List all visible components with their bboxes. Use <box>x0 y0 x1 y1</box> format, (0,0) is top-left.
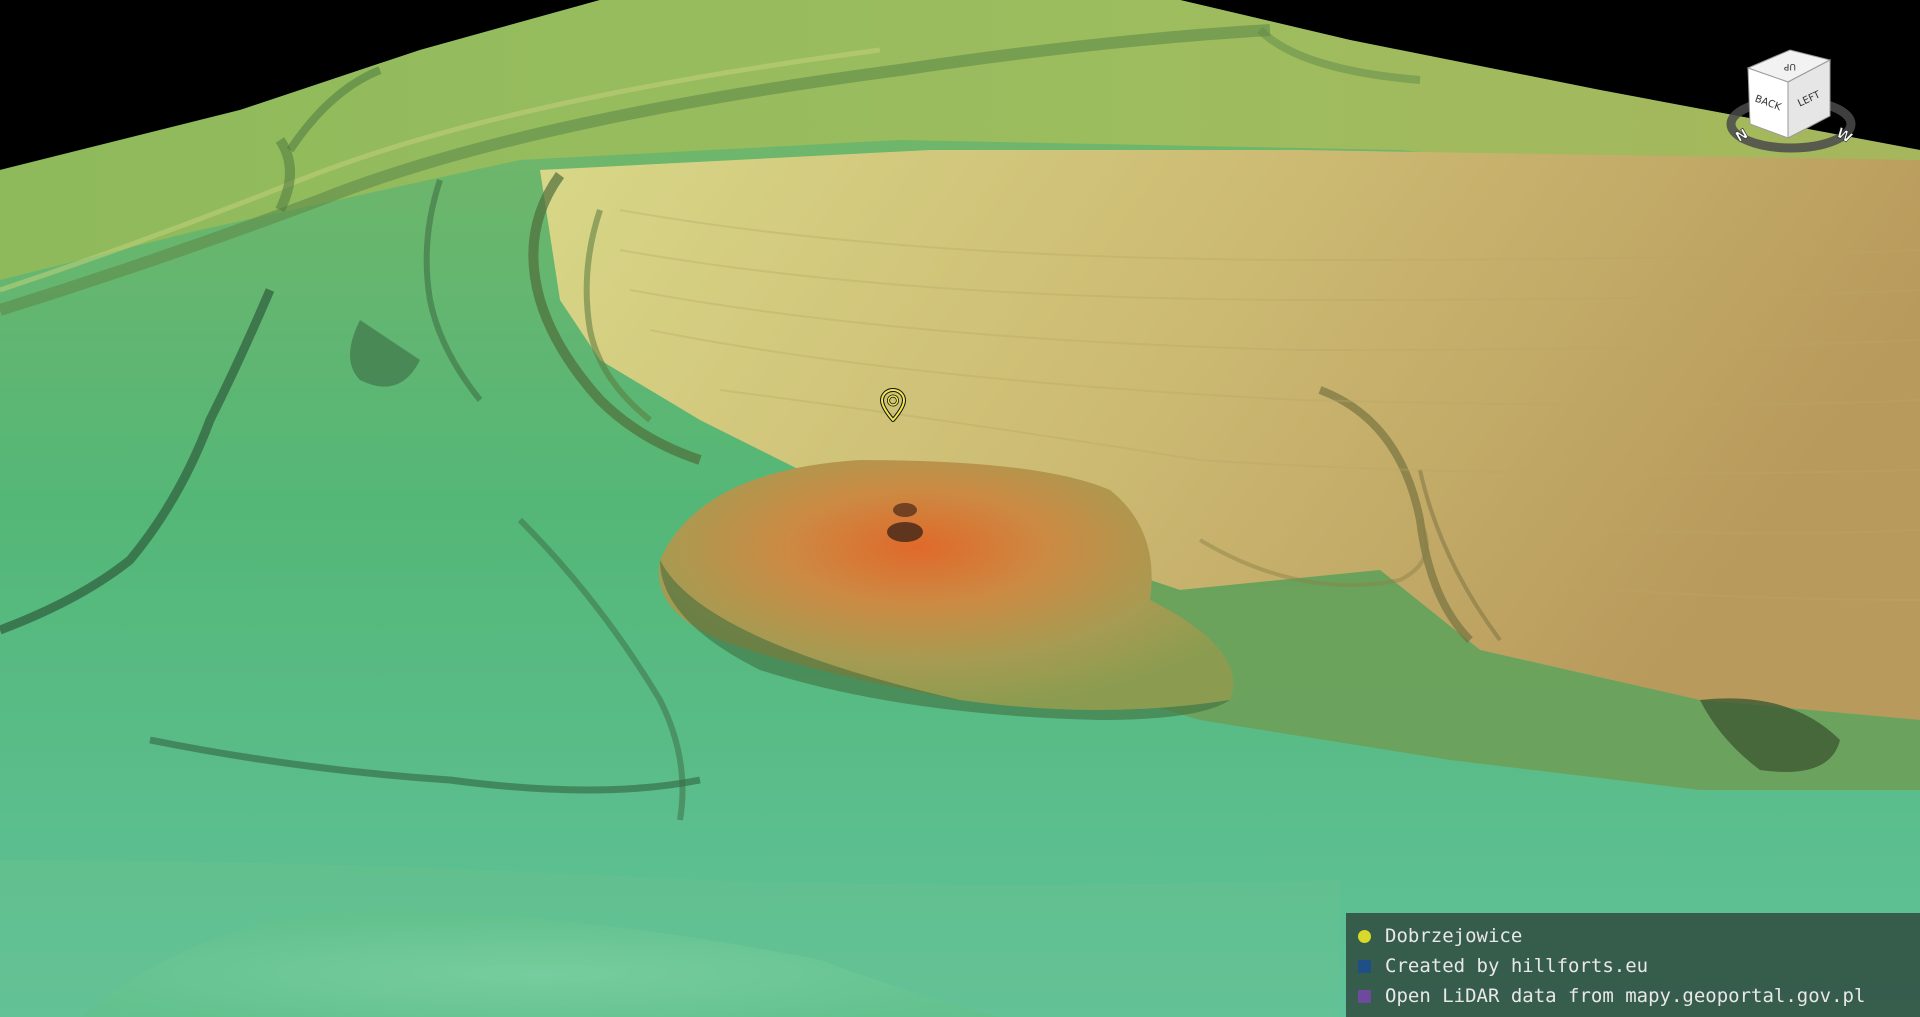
legend-label: Created by hillforts.eu <box>1385 955 1649 977</box>
legend-item-data-source[interactable]: Open LiDAR data from mapy.geoportal.gov.… <box>1358 981 1920 1011</box>
legend-label: Open LiDAR data from mapy.geoportal.gov.… <box>1385 985 1866 1007</box>
site-dot-icon <box>1358 929 1371 943</box>
data-source-square-icon <box>1358 989 1371 1003</box>
credit-square-icon <box>1358 959 1371 973</box>
legend-item-credit[interactable]: Created by hillforts.eu <box>1358 951 1920 981</box>
navigation-cube[interactable]: UP BACK LEFT N W <box>1726 40 1856 160</box>
map-viewport[interactable]: UP BACK LEFT N W Dobrzejowice Created by… <box>0 0 1920 1017</box>
map-legend: Dobrzejowice Created by hillforts.eu Ope… <box>1346 913 1920 1017</box>
legend-item-site[interactable]: Dobrzejowice <box>1358 921 1920 951</box>
cube-label-top: UP <box>1783 61 1796 71</box>
map-pin-icon[interactable] <box>880 388 906 422</box>
legend-label: Dobrzejowice <box>1385 925 1523 947</box>
terrain-relief-map[interactable] <box>0 0 1920 1017</box>
